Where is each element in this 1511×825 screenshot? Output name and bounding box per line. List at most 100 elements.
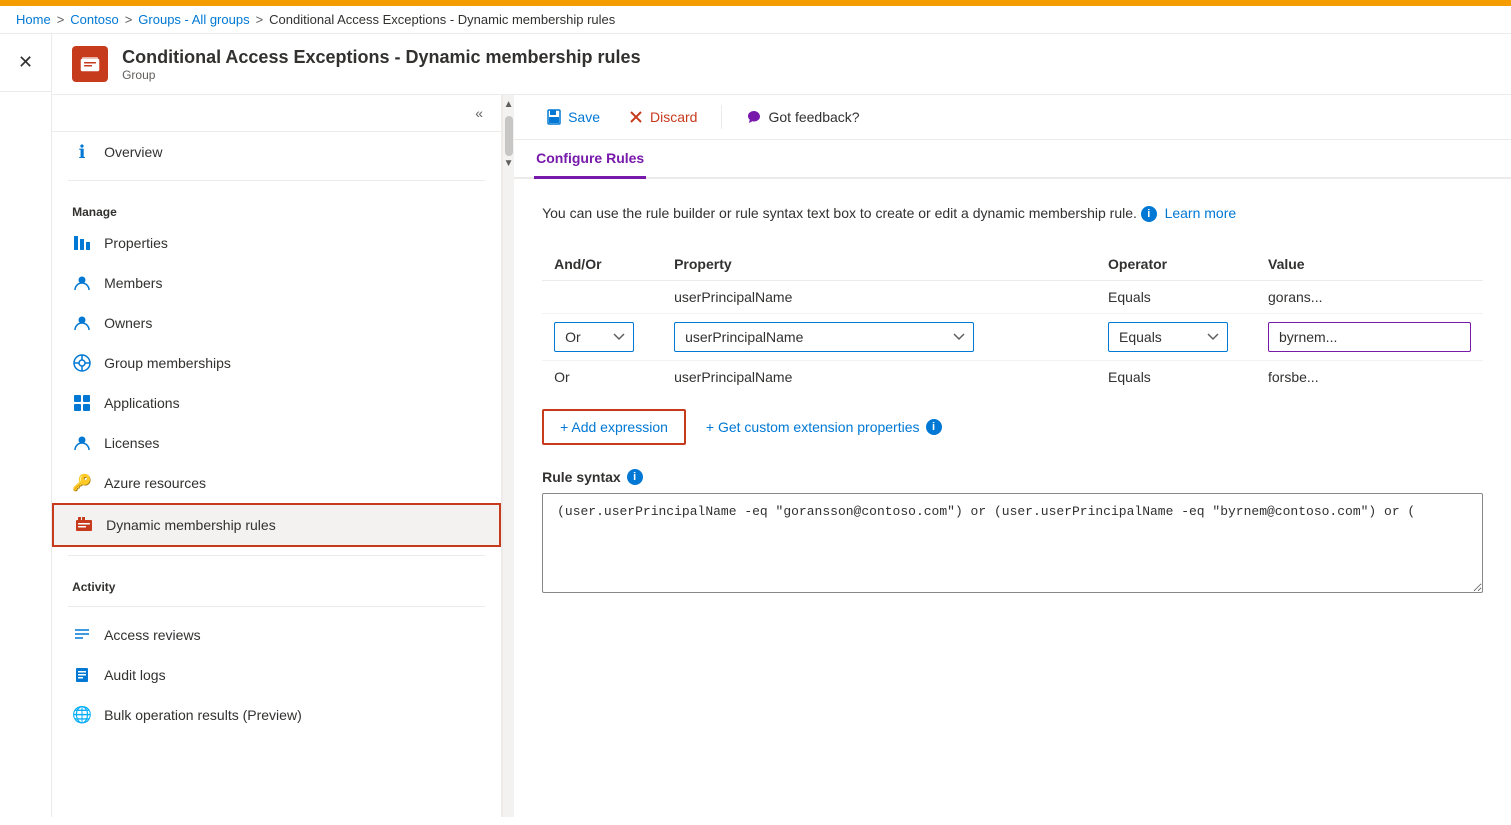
table-row: userPrincipalName Equals gorans... [542,281,1483,314]
row2-operator[interactable]: Equals Not Equals Contains [1096,314,1256,361]
discard-icon [628,109,644,125]
rule-syntax-label: Rule syntax i [542,469,1483,485]
breadcrumb-all-groups[interactable]: Groups - All groups [138,12,249,27]
row2-property[interactable]: userPrincipalName [662,314,1096,361]
scroll-thumb[interactable] [505,116,513,156]
sidebar-item-properties[interactable]: Properties [52,223,501,263]
bulk-operation-icon: 🌐 [72,705,92,725]
properties-icon [72,233,92,253]
sidebar-divider-2 [68,555,485,556]
row1-operator: Equals [1096,281,1256,314]
sidebar-label-applications: Applications [104,395,180,411]
col-value: Value [1256,248,1483,281]
header-text-group: Conditional Access Exceptions - Dynamic … [122,47,640,82]
rule-syntax-textarea[interactable] [542,493,1483,593]
applications-icon [72,393,92,413]
sidebar-item-overview[interactable]: ℹ Overview [52,132,501,172]
get-custom-label: + Get custom extension properties [706,419,920,435]
col-property: Property [662,248,1096,281]
feedback-button[interactable]: Got feedback? [734,103,871,131]
sidebar-item-bulk-operation[interactable]: 🌐 Bulk operation results (Preview) [52,695,501,735]
breadcrumb-current: Conditional Access Exceptions - Dynamic … [269,12,615,27]
sidebar-divider-1 [68,180,485,181]
row3-andor: Or [542,361,662,394]
add-expression-button[interactable]: + Add expression [542,409,686,445]
andor-select[interactable]: Or And [554,322,634,352]
save-button[interactable]: Save [534,103,612,131]
breadcrumb-sep-1: > [57,12,65,27]
row2-andor[interactable]: Or And [542,314,662,361]
sidebar-item-owners[interactable]: Owners [52,303,501,343]
sidebar-label-bulk-operation: Bulk operation results (Preview) [104,707,302,723]
value-input[interactable] [1268,322,1471,352]
rule-table: And/Or Property Operator Value userPrinc… [542,248,1483,393]
sidebar-label-dynamic-membership-rules: Dynamic membership rules [106,517,276,533]
table-row: Or userPrincipalName Equals forsbe... [542,361,1483,394]
sidebar-collapse-section: « [52,95,501,132]
sidebar-scrollbar: ▲ ▼ [502,95,514,817]
owners-icon [72,313,92,333]
sidebar-section-manage: Manage [52,189,501,223]
scroll-up-arrow[interactable]: ▲ [502,97,516,112]
description-info-icon[interactable]: i [1141,206,1157,222]
page-header: Conditional Access Exceptions - Dynamic … [52,34,1511,95]
get-custom-info-icon[interactable]: i [926,419,942,435]
breadcrumb: Home > Contoso > Groups - All groups > C… [0,6,1511,34]
row1-andor [542,281,662,314]
main-content: Save Discard Got feedbac [514,95,1511,817]
row3-operator: Equals [1096,361,1256,394]
toolbar: Save Discard Got feedbac [514,95,1511,140]
page-title: Conditional Access Exceptions - Dynamic … [122,47,640,68]
discard-label: Discard [650,109,697,125]
operator-select[interactable]: Equals Not Equals Contains [1108,322,1228,352]
description-text: You can use the rule builder or rule syn… [542,203,1483,224]
azure-resources-icon: 🔑 [72,473,92,493]
scroll-down-arrow[interactable]: ▼ [502,156,516,171]
property-select[interactable]: userPrincipalName [674,322,974,352]
row2-value[interactable] [1256,314,1483,361]
sidebar-item-azure-resources[interactable]: 🔑 Azure resources [52,463,501,503]
info-icon: ℹ [72,142,92,162]
row3-property: userPrincipalName [662,361,1096,394]
tab-configure-rules[interactable]: Configure Rules [534,140,646,179]
breadcrumb-contoso[interactable]: Contoso [70,12,118,27]
sidebar-label-group-memberships: Group memberships [104,355,231,371]
sidebar-section-activity: Activity [52,564,501,598]
sidebar-label-azure-resources: Azure resources [104,475,206,491]
audit-logs-icon [72,665,92,685]
actions-row: + Add expression + Get custom extension … [542,409,1483,445]
col-andor: And/Or [542,248,662,281]
sidebar-item-audit-logs[interactable]: Audit logs [52,655,501,695]
feedback-label: Got feedback? [768,109,859,125]
sidebar-label-access-reviews: Access reviews [104,627,200,643]
sidebar-label-overview: Overview [104,144,162,160]
learn-more-link[interactable]: Learn more [1165,205,1237,221]
sidebar-label-licenses: Licenses [104,435,159,451]
get-custom-extension-button[interactable]: + Get custom extension properties i [694,411,954,443]
sidebar-item-members[interactable]: Members [52,263,501,303]
discard-button[interactable]: Discard [616,103,709,131]
close-button[interactable]: ✕ [10,48,41,77]
sidebar-item-group-memberships[interactable]: Group memberships [52,343,501,383]
rule-builder: You can use the rule builder or rule syn… [514,179,1511,817]
sidebar-item-licenses[interactable]: Licenses [52,423,501,463]
sidebar-item-applications[interactable]: Applications [52,383,501,423]
breadcrumb-sep-3: > [256,12,264,27]
group-memberships-icon [72,353,92,373]
row1-property: userPrincipalName [662,281,1096,314]
sidebar-divider-3 [68,606,485,607]
page-icon [72,46,108,82]
col-operator: Operator [1096,248,1256,281]
sidebar-item-dynamic-membership-rules[interactable]: Dynamic membership rules [52,503,501,547]
rule-syntax-info-icon[interactable]: i [627,469,643,485]
sidebar-label-owners: Owners [104,315,152,331]
sidebar: « ℹ Overview Manage [52,95,502,817]
feedback-icon [746,109,762,125]
breadcrumb-home[interactable]: Home [16,12,51,27]
sidebar-item-access-reviews[interactable]: Access reviews [52,615,501,655]
add-expression-label: + Add expression [560,419,668,435]
access-reviews-icon [72,625,92,645]
dynamic-membership-icon [74,515,94,535]
sidebar-collapse-button[interactable]: « [469,103,489,123]
table-row: Or And userPrincipalName [542,314,1483,361]
